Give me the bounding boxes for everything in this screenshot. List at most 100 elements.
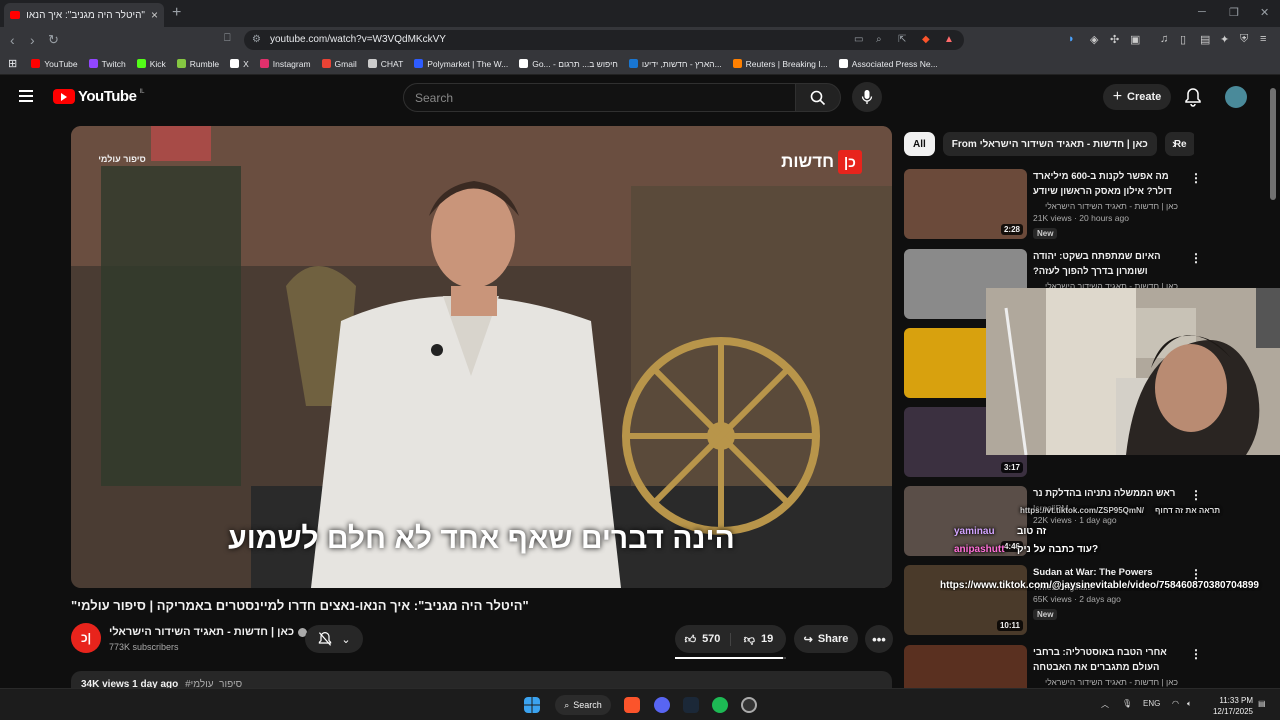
clock[interactable]: 11:33 PM 12/17/2025 (1203, 695, 1253, 717)
bookmark-item[interactable]: Reuters | Breaking I... (732, 59, 828, 69)
leo-icon[interactable]: ✦ (1220, 33, 1229, 46)
video-title: "היטלר היה מגניב": איך הנאו-נאצים חדרו ל… (71, 598, 529, 613)
sidebar-icon[interactable]: ▯ (1180, 33, 1186, 46)
search-input[interactable]: Search (403, 83, 796, 112)
search-button[interactable] (795, 83, 841, 112)
restore-icon[interactable]: ❐ (1229, 6, 1239, 19)
forward-icon[interactable]: › (30, 32, 35, 48)
wallet-icon[interactable]: ▤ (1200, 33, 1210, 46)
zoom-icon[interactable]: ⌕ (876, 34, 882, 45)
more-options-icon[interactable]: ⋮ (1190, 647, 1202, 661)
spotify-icon[interactable] (712, 697, 728, 713)
cast-icon[interactable]: ▭ (854, 34, 863, 45)
media-icon[interactable]: ♫ (1160, 33, 1168, 45)
wifi-icon[interactable]: ◠ (1172, 699, 1179, 708)
rec-meta: 22K views · 1 day ago (1033, 515, 1117, 525)
more-options-icon[interactable]: ⋮ (1190, 488, 1202, 502)
chevron-right-icon[interactable]: › (1172, 136, 1176, 151)
url-bar[interactable]: ⚙ youtube.com/watch?v=W3VQdMKckVY ▭ ⌕ ⇱ … (244, 30, 964, 50)
menu-hamburger-icon[interactable] (19, 90, 33, 102)
tab-close-icon[interactable]: × (151, 8, 158, 22)
start-windows-icon[interactable] (524, 697, 540, 713)
more-options-icon[interactable]: ⋮ (1190, 567, 1202, 581)
browser-tab[interactable]: "היטלר היה מגניב": איך הנאו-נאצ × (4, 3, 164, 27)
volume-icon[interactable]: 🔈︎ (1187, 699, 1192, 709)
bookmark-item[interactable]: Polymarket | The W... (414, 59, 508, 69)
dislike-button[interactable]: 👎︎ 19 (731, 633, 786, 646)
new-tab-button[interactable]: + (172, 4, 181, 22)
voice-search-button[interactable] (852, 82, 882, 112)
share-page-icon[interactable]: ⇱ (898, 34, 906, 45)
reload-icon[interactable]: ↻ (48, 32, 59, 48)
video-thumbnail[interactable]: 10:11 (904, 565, 1027, 635)
bookmark-favicon-icon (414, 59, 424, 68)
like-ratio-fill (675, 657, 783, 659)
recommended-video[interactable]: 2:28 מה אפשר לקנות ב-600 מיליארד דולר? אי… (904, 169, 1204, 239)
filter-chip[interactable]: From כאן | חדשות - תאגיד השידור הישראלי (942, 132, 1157, 156)
bookmark-item[interactable]: Kick (136, 59, 166, 69)
more-options-icon[interactable]: ⋮ (1190, 251, 1202, 265)
minimize-icon[interactable]: ─ (1198, 6, 1206, 18)
youtube-logo[interactable]: YouTube IL (53, 88, 144, 105)
taskbar-search[interactable]: ⌕ Search (555, 695, 611, 715)
bookmark-item[interactable]: X (230, 59, 249, 69)
tray-chevron-up-icon[interactable]: ︿ (1101, 699, 1109, 710)
bookmark-item[interactable]: Go... - חיפוש ב... תרגום (519, 59, 618, 69)
bookmark-item[interactable]: Instagram (259, 58, 311, 69)
back-icon[interactable]: ‹ (10, 32, 15, 48)
site-info-icon[interactable]: ⚙ (252, 34, 261, 45)
filter-chip[interactable]: Re (1164, 132, 1194, 156)
bookmark-label: X (243, 58, 249, 69)
brave-rewards-icon[interactable]: ▲ (944, 34, 954, 45)
rec-title: מה אפשר לקנות ב-600 מיליארד דולר? אילון … (1033, 171, 1172, 197)
bookmark-item[interactable]: CHAT (367, 59, 403, 69)
filter-chip[interactable]: All (904, 132, 935, 156)
bookmark-item[interactable]: Twitch (88, 59, 126, 69)
obs-icon[interactable] (741, 697, 757, 713)
bookmark-item[interactable]: YouTube (31, 59, 78, 69)
bookmark-item[interactable]: Associated Press Ne... (838, 59, 938, 69)
news-label: חדשות (781, 152, 834, 171)
video-subtitle: הינה דברים שאף אחד לא חלם לשמוע (228, 522, 735, 555)
bookmark-icon[interactable]: ⎕ (224, 32, 231, 45)
extensions-icon[interactable]: ✣ (1110, 33, 1119, 46)
extension-icon[interactable]: ◈ (1090, 33, 1098, 46)
tray-mic-icon[interactable]: 🎙︎ (1122, 699, 1132, 708)
page-scrollbar[interactable] (1270, 88, 1276, 200)
close-window-icon[interactable]: ✕ (1260, 6, 1269, 19)
discord-icon[interactable] (654, 697, 670, 713)
brave-browser-icon[interactable] (624, 697, 640, 713)
create-button[interactable]: + Create (1103, 84, 1171, 110)
share-button[interactable]: ↪ Share (794, 625, 858, 653)
bookmark-favicon-icon (838, 59, 848, 68)
bookmark-label: Rumble (189, 58, 220, 69)
subscribed-notifications-button[interactable]: ⌄ (305, 625, 363, 653)
notifications-button[interactable] (1184, 87, 1202, 112)
bookmark-item[interactable]: Gmail (321, 59, 357, 69)
bookmark-item[interactable]: Rumble (176, 58, 220, 69)
like-button[interactable]: 👍︎ 570 (675, 632, 731, 646)
extension-icon[interactable]: ▣ (1130, 33, 1140, 46)
menu-icon[interactable]: ≡ (1260, 33, 1266, 45)
notification-center-icon[interactable]: ▤ (1258, 699, 1266, 708)
program-watermark: סיפור עולמי (98, 154, 146, 164)
account-avatar[interactable] (1225, 86, 1247, 108)
recommended-video[interactable]: 10:11 Sudan at War: The Powers Times Origi… (904, 565, 1204, 635)
channel-avatar[interactable]: כ| (71, 623, 101, 653)
bookmark-label: Instagram (272, 58, 311, 69)
video-thumbnail[interactable]: 2:28 (904, 169, 1027, 239)
video-player[interactable]: סיפור עולמי כ| חדשות הינה דברים שאף אחד … (71, 126, 892, 588)
apps-icon[interactable]: ⊞ (8, 57, 17, 70)
more-actions-button[interactable]: ••• (865, 625, 893, 653)
brave-shield-icon[interactable]: ◆ (922, 34, 930, 45)
more-options-icon[interactable]: ⋮ (1190, 171, 1202, 185)
channel-name[interactable]: כאן | חדשות - תאגיד השידור הישראלי (109, 626, 308, 638)
bookmark-item[interactable]: הארץ - חדשות, ידיעו... (628, 59, 722, 69)
language-indicator[interactable]: ENG (1143, 699, 1160, 708)
video-frame (71, 126, 892, 588)
steam-icon[interactable] (683, 697, 699, 713)
search-icon: ⌕ (564, 699, 570, 710)
extension-icon[interactable]: ◗ (1068, 33, 1075, 45)
vpn-icon[interactable]: ⛨ (1240, 33, 1248, 46)
webcam-overlay (986, 288, 1280, 455)
